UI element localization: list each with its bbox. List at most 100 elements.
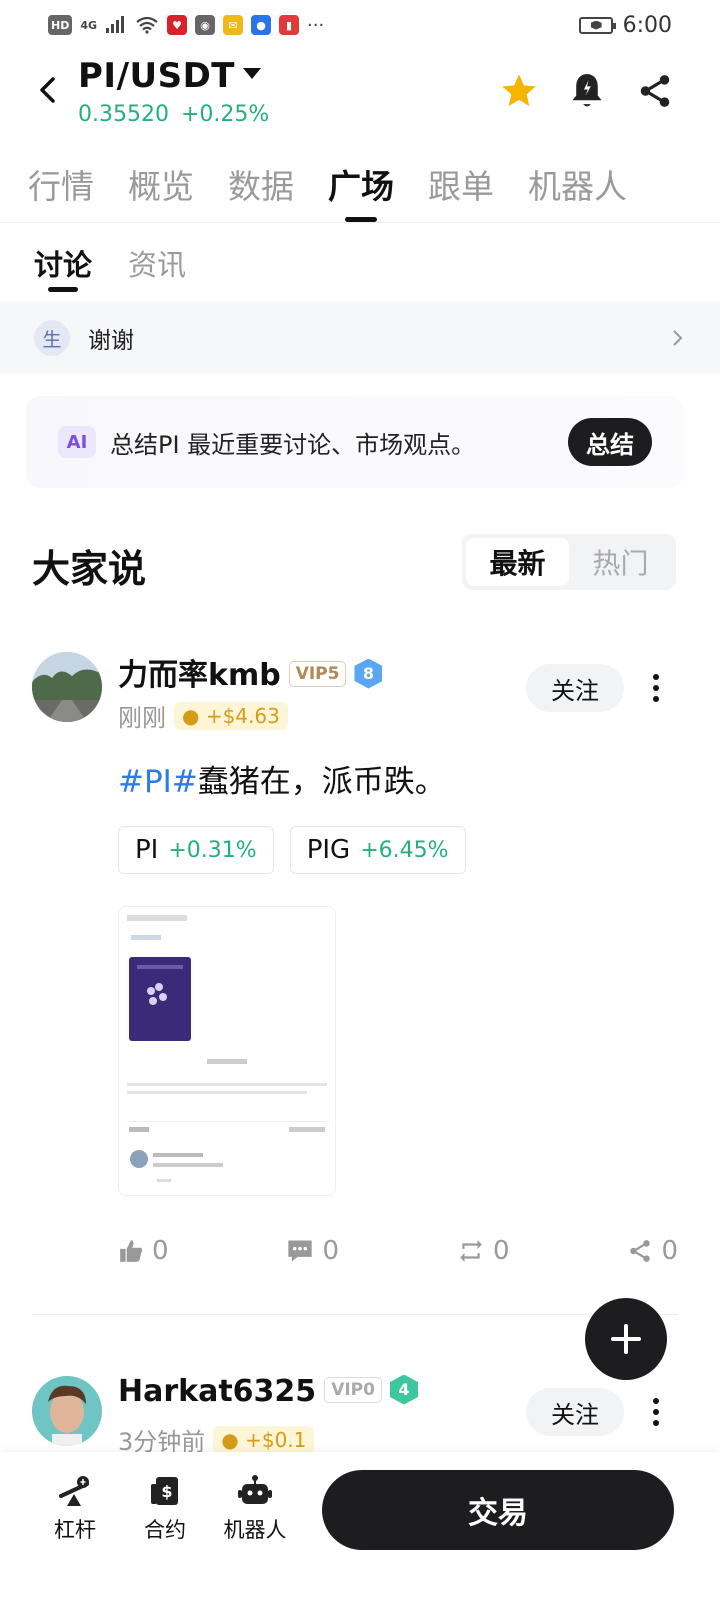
post-image-thumbnail[interactable]	[118, 906, 336, 1196]
follow-button[interactable]: 关注	[526, 664, 624, 712]
comment-icon	[288, 1240, 313, 1262]
post-content: #PI#蠢猪在，派币跌。	[118, 756, 446, 801]
pair-name: PI/USDT	[78, 56, 235, 96]
repost-icon	[460, 1240, 482, 1262]
back-arrow-icon[interactable]	[30, 72, 66, 108]
avatar[interactable]	[32, 1376, 102, 1446]
section-title: 大家说	[32, 547, 147, 591]
wechat-icon: ◉	[195, 15, 216, 35]
ticker-badge: 生	[34, 320, 70, 356]
sort-toggle: 最新 热门	[462, 534, 676, 590]
level-badge: 4	[389, 1374, 418, 1405]
nav-contract[interactable]: $ 合约	[130, 1474, 200, 1544]
username[interactable]: 力而率kmb	[118, 658, 281, 693]
ai-summary-text: 总结PI 最近重要讨论、市场观点。	[110, 430, 476, 459]
tip-amount: ● +$0.1	[213, 1425, 315, 1454]
coin-chip[interactable]: PI +0.31%	[118, 826, 274, 874]
more-options-icon[interactable]	[644, 1388, 668, 1436]
nav-label: 合约	[144, 1518, 186, 1542]
level-badge: 8	[354, 658, 383, 689]
header: PI/USDT 0.35520 +0.25%	[0, 52, 720, 132]
trade-button[interactable]: 交易	[322, 1470, 674, 1550]
tab-market[interactable]: 行情	[28, 160, 94, 220]
comment-button[interactable]: 0	[286, 1236, 339, 1266]
tip-value: +$4.63	[205, 703, 280, 728]
repost-count: 0	[492, 1236, 510, 1266]
create-post-button[interactable]	[585, 1298, 667, 1380]
like-button[interactable]: 0	[118, 1236, 169, 1266]
avatar[interactable]	[32, 652, 102, 722]
signal-icon	[106, 16, 125, 33]
vip-badge: VIP5	[288, 660, 347, 687]
coin-chip[interactable]: PIG +6.45%	[289, 826, 466, 874]
chevron-right-icon	[673, 330, 683, 346]
chip-change: +0.31%	[168, 837, 257, 863]
vip-badge: VIP0	[324, 1376, 382, 1403]
hashtag[interactable]: #PI#	[118, 764, 198, 800]
subtab-news[interactable]: 资讯	[128, 242, 186, 290]
ticker-text: 谢谢	[88, 328, 134, 354]
status-icons: HD 4G ♥ ◉ ✉ ● ▮ ···	[48, 15, 324, 36]
book-icon: ▮	[279, 15, 300, 35]
chip-symbol: PIG	[306, 835, 351, 865]
post-time: 刚刚	[118, 704, 166, 732]
nav-robot[interactable]: 机器人	[220, 1474, 290, 1544]
announcement-ticker[interactable]: 生 谢谢	[0, 302, 720, 374]
status-bar: HD 4G ♥ ◉ ✉ ● ▮ ··· 6:00	[0, 0, 720, 50]
hd-indicator: HD	[48, 15, 73, 35]
share-button[interactable]	[634, 70, 676, 112]
tip-value: +$0.1	[245, 1427, 307, 1452]
share-post-button[interactable]: 0	[627, 1236, 678, 1266]
summarize-button[interactable]: 总结	[568, 418, 652, 466]
pair-selector[interactable]: PI/USDT	[78, 56, 261, 96]
more-options-icon[interactable]	[644, 664, 668, 712]
coin-icon: ●	[221, 1427, 239, 1452]
clock: 6:00	[622, 12, 672, 38]
post-actions: 0 0 0 0	[118, 1236, 678, 1266]
contract-icon: $	[151, 1477, 178, 1505]
sort-hot[interactable]: 热门	[569, 538, 672, 586]
sub-tabs: 讨论 资讯	[34, 242, 186, 290]
like-count: 0	[152, 1236, 169, 1266]
leverage-icon	[59, 1476, 89, 1506]
tab-data[interactable]: 数据	[228, 160, 294, 220]
post-meta: 刚刚 ● +$4.63	[118, 698, 288, 733]
robot-icon	[238, 1475, 272, 1504]
bottom-bar: 杠杆 $ 合约 机器人 交易	[0, 1452, 720, 1600]
subtab-discussion[interactable]: 讨论	[34, 242, 92, 290]
plus-icon	[611, 1324, 641, 1354]
sort-latest[interactable]: 最新	[466, 538, 569, 586]
caret-down-icon	[243, 68, 261, 79]
network-indicator: 4G	[80, 18, 98, 32]
wifi-icon	[136, 16, 158, 34]
overflow-indicator: ···	[307, 14, 325, 36]
repost-button[interactable]: 0	[457, 1236, 510, 1266]
coin-chips: PI +0.31% PIG +6.45%	[118, 826, 466, 874]
follow-button[interactable]: 关注	[526, 1388, 624, 1436]
battery-icon	[578, 16, 616, 34]
svg-text:$: $	[161, 1482, 172, 1501]
chip-change: +6.45%	[360, 837, 449, 863]
tab-square[interactable]: 广场	[328, 160, 394, 220]
price-alert-button[interactable]	[566, 70, 608, 112]
mail-icon: ✉	[223, 15, 244, 35]
thumbs-up-icon	[120, 1240, 143, 1262]
username[interactable]: Harkat6325	[118, 1374, 316, 1409]
nav-label: 杠杆	[54, 1518, 96, 1542]
share-icon	[630, 1240, 651, 1262]
star-icon	[502, 74, 536, 106]
tab-copy-trading[interactable]: 跟单	[428, 160, 494, 220]
tabs-divider	[0, 222, 720, 223]
tab-bots[interactable]: 机器人	[528, 160, 627, 220]
favorite-button[interactable]	[498, 70, 540, 112]
tab-overview[interactable]: 概览	[128, 160, 194, 220]
username-row: 力而率kmb VIP5 8	[118, 650, 383, 694]
ai-summary-card: AI 总结PI 最近重要讨论、市场观点。 总结	[26, 396, 684, 488]
share-count: 0	[661, 1236, 678, 1266]
ai-badge: AI	[58, 426, 96, 458]
tip-amount: ● +$4.63	[174, 701, 288, 730]
price-change: +0.25%	[180, 102, 270, 127]
last-price: 0.35520	[78, 102, 169, 127]
post-text: 蠢猪在，派币跌。	[197, 764, 446, 800]
nav-leverage[interactable]: 杠杆	[40, 1474, 110, 1544]
